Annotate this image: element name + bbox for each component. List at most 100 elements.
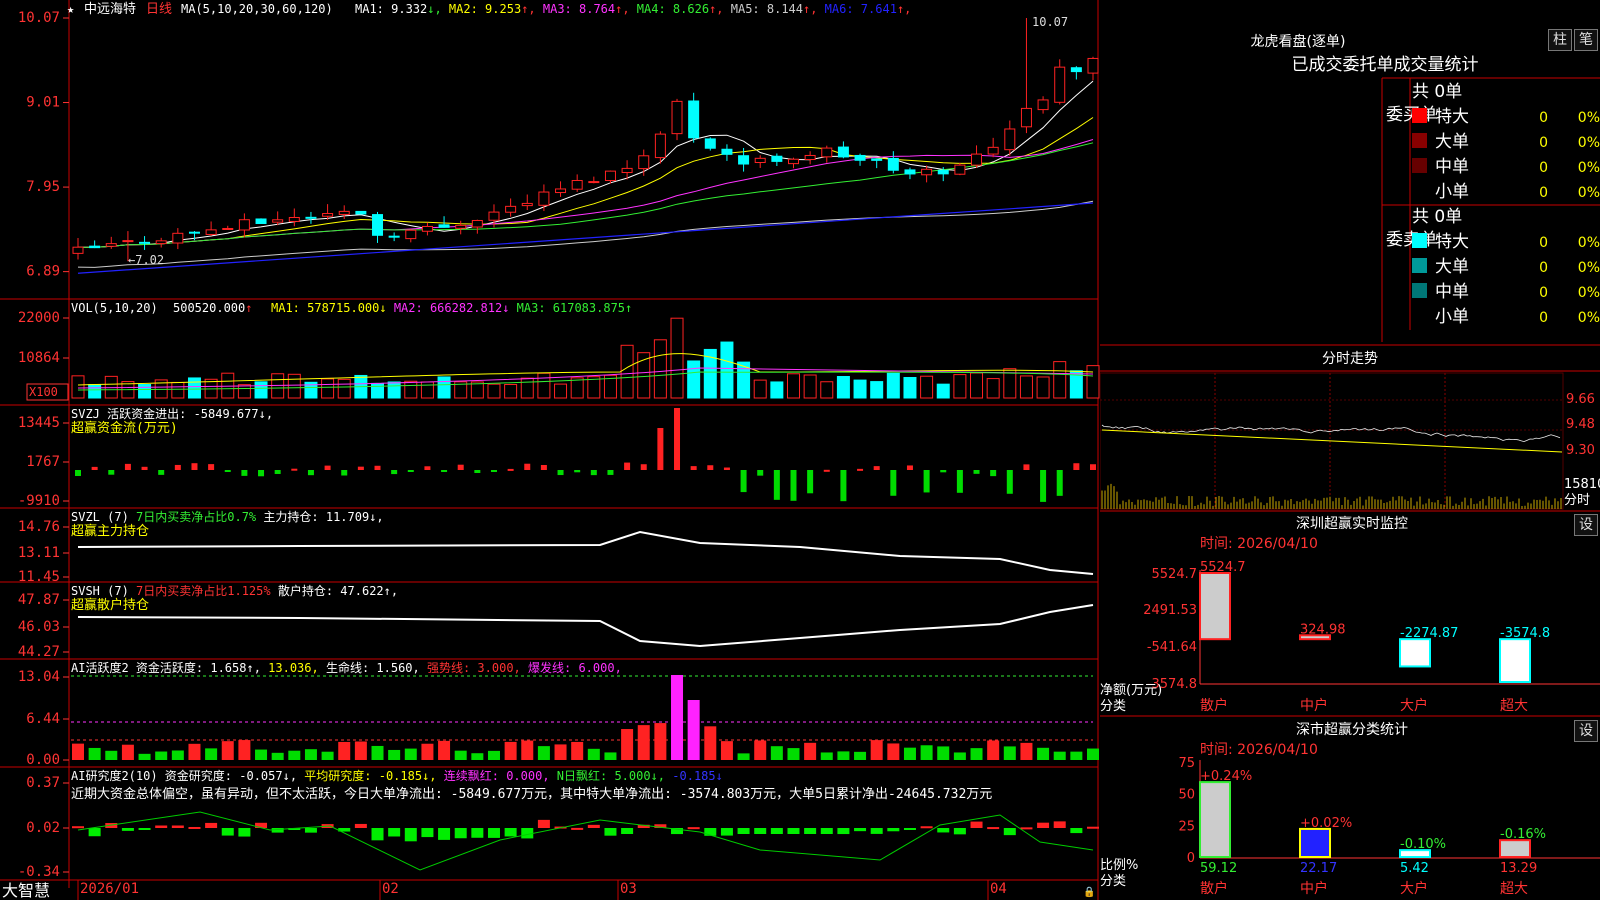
y-tick-label: 13.11 <box>18 545 60 561</box>
research-bar <box>271 828 284 833</box>
research-bar <box>421 828 434 838</box>
order-type-label: 中单 <box>1435 157 1469 177</box>
research-bar <box>687 827 700 830</box>
volume-bar <box>687 360 701 399</box>
fund-flow-bar <box>324 465 331 470</box>
sz-monitor-category: 中户 <box>1300 697 1328 714</box>
ma5-label: MA5: 8.144 <box>724 2 803 16</box>
volume-bar <box>870 381 884 399</box>
sell-orders-label: 委卖单 <box>1386 230 1437 250</box>
sz-class-category: 中户 <box>1300 880 1328 897</box>
y-tick-label: 22000 <box>18 310 60 326</box>
ma3-arrow: ↑, <box>615 2 629 16</box>
volume-bar <box>420 381 434 399</box>
activity-bar <box>454 750 467 760</box>
ai-research-y-axis: 0.37 0.02 -0.34 <box>18 775 69 880</box>
y-tick-label: 10864 <box>18 350 60 366</box>
research-bar <box>138 828 151 830</box>
fund-flow-bar <box>973 470 980 474</box>
fund-flow-bar <box>474 470 481 473</box>
volume-bar <box>287 373 301 399</box>
research-bar <box>621 828 634 835</box>
fund-flow-bar <box>1040 470 1047 502</box>
volume-bar <box>221 372 235 399</box>
candlestick-plot[interactable] <box>72 17 1099 274</box>
lock-icon[interactable]: 🔒 <box>1083 886 1095 898</box>
sz-class-change: -0.10% <box>1400 837 1446 852</box>
activity-bar <box>953 752 966 760</box>
vol-header: VOL(5,10,20) <box>71 301 158 315</box>
activity-bar <box>354 741 367 760</box>
sz-monitor-settings-button[interactable]: 设 <box>1574 514 1598 536</box>
research-bar <box>820 828 833 834</box>
fund-flow-bar <box>391 470 398 475</box>
bar-mode-button[interactable]: 柱 <box>1548 29 1572 51</box>
activity-bar <box>1070 751 1083 760</box>
sz-monitor-xlabel: 分类 <box>1100 699 1126 714</box>
ai-activity-header: AI活跃度2 资金活跃度: 1.658↑, 13.036, 生命线: 1.560… <box>71 660 622 675</box>
ma4-line <box>77 142 1094 248</box>
ai-research-commentary: 近期大资金总体偏空，虽有异动，但不太活跃，今日大单净流出: -5849.677万… <box>71 786 992 802</box>
sz-monitor-value: -3574.8 <box>1500 626 1550 641</box>
order-type-label: 特大 <box>1435 232 1469 252</box>
activity-bar <box>837 751 850 760</box>
order-count: 0 <box>1539 185 1548 201</box>
candle-body <box>405 229 417 240</box>
research-bar <box>887 828 900 832</box>
header-segment-3: 强势线: 3.000, <box>420 661 521 675</box>
ma6-arrow: ↑, <box>897 2 911 16</box>
fund-flow-bar <box>574 470 581 473</box>
research-bar <box>937 828 950 833</box>
candle-body <box>571 179 583 190</box>
candle-body <box>837 146 849 158</box>
volume-bar <box>853 379 867 399</box>
candle-body <box>89 245 101 249</box>
main-y-axis: 10.07 9.01 7.95 6.89 <box>18 10 69 280</box>
y-tick-label: 6.44 <box>26 711 60 727</box>
tick-mode-button[interactable]: 笔 <box>1574 29 1598 51</box>
order-count: 0 <box>1539 160 1548 176</box>
ma2-label: MA2: 9.253 <box>442 2 521 16</box>
research-bar <box>903 828 916 830</box>
fund-flow-bar <box>124 463 131 470</box>
research-bar <box>1003 828 1016 836</box>
candle-body <box>372 214 384 236</box>
header-segment-0: AI活跃度2 资金活跃度: 1.658↑, <box>71 660 261 675</box>
intraday-chart[interactable]: 9.66 9.48 9.30 15810分时 <box>1100 372 1600 510</box>
fund-flow-bar <box>208 464 215 470</box>
order-percent: 0% <box>1578 235 1600 251</box>
fund-flow-bar <box>524 463 531 470</box>
favorite-star-icon[interactable]: ★ <box>67 2 74 16</box>
activity-bar <box>787 748 800 760</box>
date-label: 03 <box>620 881 637 897</box>
candle-body <box>238 219 250 231</box>
sz-class-settings-button[interactable]: 设 <box>1574 720 1598 742</box>
research-bar <box>171 825 184 828</box>
order-type-label: 大单 <box>1435 132 1469 152</box>
volume-bar <box>1036 376 1050 399</box>
k-line-chart-area[interactable]: ★ 中远海特 日线 MA(5,10,20,30,60,120) MA1: 9.3… <box>0 0 1100 900</box>
activity-bar <box>970 748 983 760</box>
activity-bar <box>121 744 134 760</box>
fund-flow-bar <box>757 470 764 476</box>
sz-class-title: 深市超赢分类统计 <box>1296 721 1408 738</box>
fund-flow-bar <box>540 464 547 470</box>
activity-bar <box>671 675 684 760</box>
order-type-label: 中单 <box>1435 282 1469 302</box>
sz-class-change: +0.24% <box>1200 769 1252 784</box>
period-label[interactable]: 日线 <box>146 2 172 17</box>
research-bar <box>304 828 317 833</box>
ma2-line <box>77 117 1094 248</box>
activity-bar <box>404 748 417 760</box>
ma1-label: MA1: 9.332 <box>355 2 427 16</box>
volume-bar <box>387 381 401 399</box>
research-bar <box>587 824 600 828</box>
activity-bar <box>804 742 817 760</box>
candle-body <box>671 100 683 135</box>
y-tick-label: 0.02 <box>26 820 60 836</box>
candle-body <box>172 232 184 244</box>
y-tick-label: 9.01 <box>26 95 60 111</box>
activity-bar <box>654 723 667 760</box>
activity-bar <box>937 746 950 760</box>
y-tick-label: 13.04 <box>18 669 60 685</box>
